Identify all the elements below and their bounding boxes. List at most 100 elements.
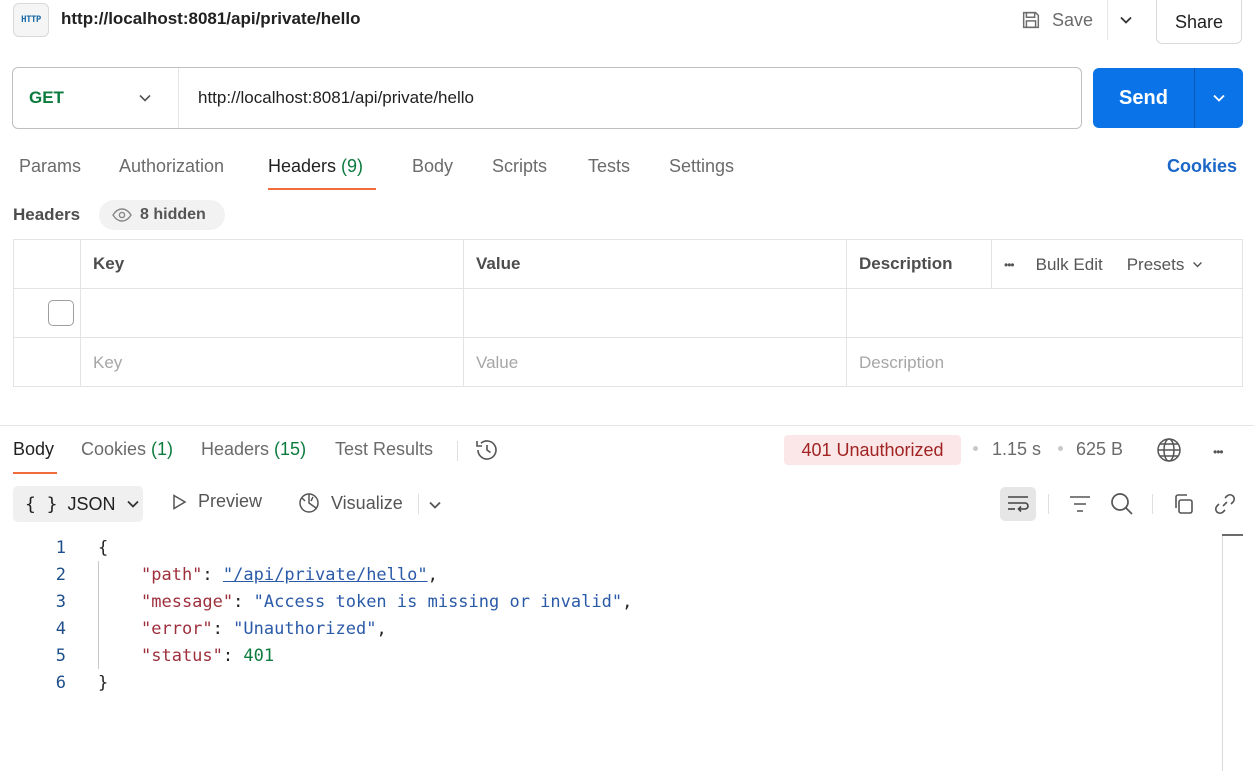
wrap-lines-button[interactable] [1000,487,1036,521]
toolbar-divider [418,494,419,514]
status-badge[interactable]: 401 Unauthorized [784,435,961,465]
code-text: "status": 401 [141,645,275,666]
row-select-cell [14,338,81,387]
code-line: 3 "message": "Access token is missing or… [0,588,1220,615]
visualize-options-button[interactable] [428,497,442,517]
code-line: 4 "error": "Unauthorized", [0,615,1220,642]
response-more-button[interactable]: ••• [1213,445,1224,459]
send-options-button[interactable] [1195,91,1243,105]
table-header-row: Key Value Description ••• Bulk Edit Pres… [14,240,1242,289]
response-tab-headers[interactable]: Headers (15) [201,439,306,460]
tab-scripts[interactable]: Scripts [492,156,547,177]
headers-table: Key Value Description ••• Bulk Edit Pres… [13,239,1243,387]
description-cell[interactable] [847,289,1242,337]
indent-guide [98,561,99,669]
meta-separator [1058,446,1063,451]
send-button[interactable]: Send [1093,68,1243,128]
code-line: 1 { [0,534,1220,561]
line-number: 5 [55,645,66,666]
cookies-link[interactable]: Cookies [1167,156,1237,177]
row-checkbox[interactable] [48,300,74,326]
key-cell[interactable] [81,289,464,337]
response-divider[interactable] [0,425,1254,426]
eye-icon [112,208,132,222]
tab-params[interactable]: Params [19,156,81,177]
response-time[interactable]: 1.15 s [992,439,1041,460]
history-icon[interactable] [474,437,500,468]
filter-icon [1070,496,1090,512]
share-button[interactable]: Share [1156,0,1242,44]
code-text: } [98,672,109,693]
line-number: 6 [55,672,66,693]
scrollbar-track[interactable] [1222,534,1223,771]
format-select[interactable]: { } JSON [13,486,143,522]
tab-settings[interactable]: Settings [669,156,734,177]
json-number-value: 401 [243,645,275,666]
search-button[interactable] [1104,487,1140,521]
network-globe-icon[interactable] [1156,437,1182,468]
response-tab-body[interactable]: Body [13,439,54,460]
tab-headers[interactable]: Headers (9) [268,156,363,177]
tab-authorization[interactable]: Authorization [119,156,224,177]
chevron-down-icon [126,500,139,508]
copy-icon [1175,494,1193,514]
json-comma: , [427,564,438,585]
value-input[interactable]: Value [464,338,847,387]
json-comma: , [622,591,633,612]
bulk-edit-button[interactable]: Bulk Edit [1036,255,1103,275]
chevron-down-icon [139,94,151,102]
save-label: Save [1052,9,1094,30]
json-key: "path" [141,564,203,585]
response-tab-test-results[interactable]: Test Results [335,439,433,460]
select-column-header [14,240,81,288]
response-tab-headers-count: (15) [274,439,307,459]
save-button[interactable]: Save [1020,6,1093,34]
tab-headers-count: (9) [341,156,364,176]
table-row-new: Key Value Description [14,338,1242,387]
response-tab-cookies[interactable]: Cookies (1) [81,439,173,460]
json-key: "status" [141,645,223,666]
active-tab-indicator [268,188,376,190]
json-comma: , [376,618,387,639]
tab-tests[interactable]: Tests [588,156,630,177]
filter-button[interactable] [1062,487,1098,521]
more-options-button[interactable]: ••• [1004,258,1015,272]
copy-link-button[interactable] [1207,487,1243,521]
key-input[interactable]: Key [81,338,464,387]
save-icon [1022,11,1040,29]
response-tabs: Body Cookies (1) Headers (15) Test Resul… [0,430,1254,470]
tab-body[interactable]: Body [412,156,453,177]
request-title[interactable]: http://localhost:8081/api/private/hello [61,9,360,29]
value-column-header: Value [464,240,847,288]
visualize-button[interactable]: Visualize [297,491,403,515]
presets-dropdown[interactable]: Presets [1127,255,1204,275]
http-badge-label: HTTP [21,15,41,25]
meta-separator [973,446,978,451]
code-text: "message": "Access token is missing or i… [141,591,633,612]
key-column-header: Key [81,240,464,288]
description-input[interactable]: Description [847,338,1242,387]
copy-button[interactable] [1165,487,1201,521]
scrollbar-thumb[interactable] [1222,534,1243,536]
description-column-header: Description [847,240,992,288]
line-number: 3 [55,591,66,612]
chevron-down-icon [1213,94,1225,102]
visualize-icon [299,493,319,513]
json-link-value[interactable]: "/api/private/hello" [223,565,428,585]
json-key: "message" [141,591,234,612]
chevron-down-icon [429,501,441,509]
code-line: 6 } [0,669,1220,696]
response-tab-headers-label: Headers [201,439,275,459]
url-input[interactable]: http://localhost:8081/api/private/hello [179,88,1081,108]
response-size[interactable]: 625 B [1076,439,1123,460]
url-bar: GET http://localhost:8081/api/private/he… [12,67,1082,129]
code-text: "path": "/api/private/hello", [141,564,438,585]
method-select[interactable]: GET [13,68,179,128]
tab-divider [457,441,458,461]
preview-button[interactable]: Preview [170,491,262,512]
value-cell[interactable] [464,289,847,337]
tab-headers-label: Headers [268,156,342,176]
code-line: 5 "status": 401 [0,642,1220,669]
save-options-button[interactable] [1114,8,1138,32]
hidden-headers-toggle[interactable]: 8 hidden [99,200,225,230]
